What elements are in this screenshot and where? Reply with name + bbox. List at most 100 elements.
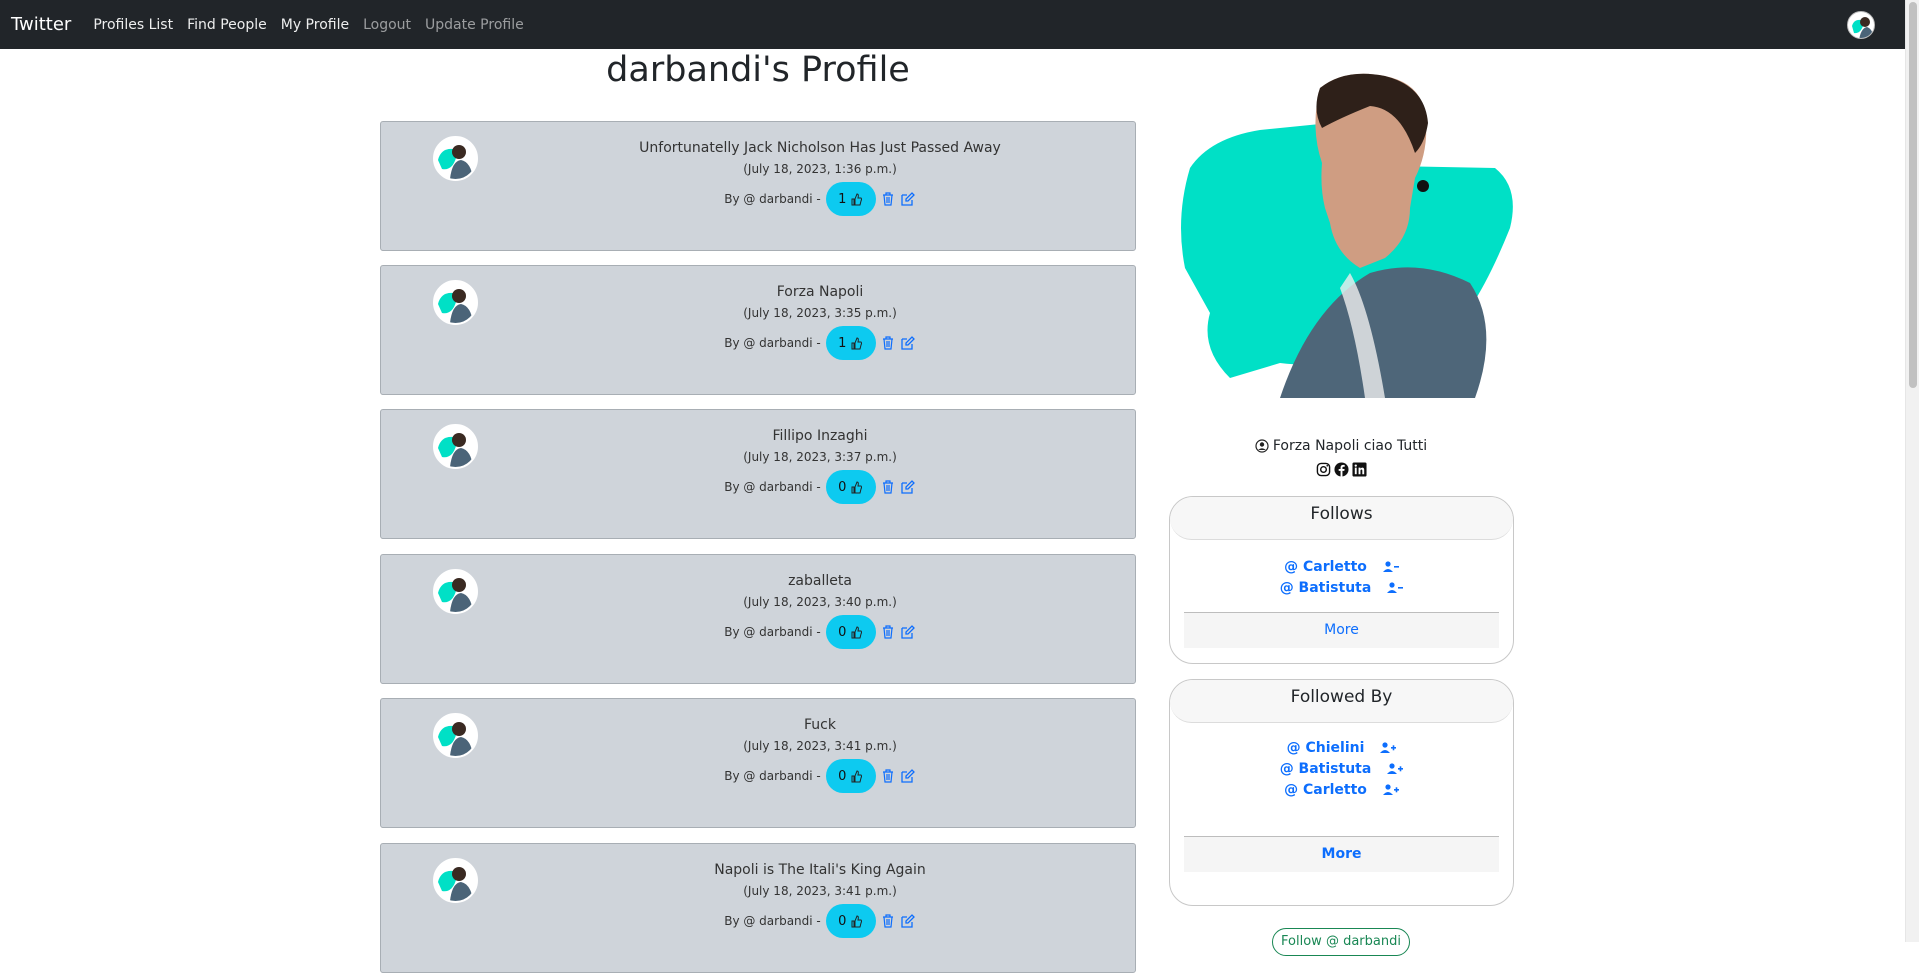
delete-button[interactable] bbox=[880, 479, 896, 495]
post-card: Fuck (July 18, 2023, 3:41 p.m.) By @ dar… bbox=[380, 698, 1136, 828]
like-button[interactable]: 0 bbox=[825, 759, 876, 793]
follower-user-link[interactable]: @ Carletto bbox=[1284, 782, 1367, 798]
like-button[interactable]: 0 bbox=[825, 470, 876, 504]
like-count: 1 bbox=[838, 335, 847, 351]
post-title: Fillipo Inzaghi bbox=[772, 428, 868, 444]
follow-button[interactable]: Follow @ darbandi bbox=[1272, 928, 1410, 956]
user-plus-icon[interactable] bbox=[1380, 741, 1397, 754]
post-title: Napoli is The Itali's King Again bbox=[714, 862, 926, 878]
edit-button[interactable] bbox=[900, 335, 916, 351]
like-count: 0 bbox=[838, 624, 847, 640]
edit-icon bbox=[901, 336, 915, 350]
delete-button[interactable] bbox=[880, 624, 896, 640]
follower-user-link[interactable]: @ Batistuta bbox=[1280, 761, 1372, 777]
like-count: 1 bbox=[838, 191, 847, 207]
post-date: (July 18, 2023, 3:35 p.m.) bbox=[743, 306, 897, 320]
trash-icon bbox=[882, 336, 893, 350]
navbar: Twitter Profiles List Find People My Pro… bbox=[0, 0, 1905, 49]
nav-my-profile[interactable]: My Profile bbox=[281, 17, 349, 33]
brand-link[interactable]: Twitter bbox=[11, 14, 71, 35]
thumbs-up-icon bbox=[851, 193, 863, 206]
post-title: Fuck bbox=[804, 717, 836, 733]
followed-by-card: Followed By @ Chielini @ Batistuta @ Car… bbox=[1169, 679, 1514, 906]
delete-button[interactable] bbox=[880, 191, 896, 207]
like-count: 0 bbox=[838, 913, 847, 929]
user-minus-icon[interactable] bbox=[1382, 560, 1399, 573]
edit-button[interactable] bbox=[900, 913, 916, 929]
profile-bio: Forza Napoli ciao Tutti bbox=[1170, 438, 1512, 454]
follows-user-link[interactable]: @ Batistuta bbox=[1280, 580, 1372, 596]
follows-user-link[interactable]: @ Carletto bbox=[1284, 559, 1367, 575]
edit-icon bbox=[901, 914, 915, 928]
scrollbar-thumb[interactable] bbox=[1909, 2, 1917, 388]
trash-icon bbox=[882, 769, 893, 783]
like-button[interactable]: 0 bbox=[825, 904, 876, 938]
like-button[interactable]: 1 bbox=[825, 182, 876, 216]
follower-user-link[interactable]: @ Chielini bbox=[1287, 740, 1365, 756]
like-count: 0 bbox=[838, 768, 847, 784]
trash-icon bbox=[882, 625, 893, 639]
follows-more-link[interactable]: More bbox=[1184, 612, 1499, 648]
post-card: Fillipo Inzaghi (July 18, 2023, 3:37 p.m… bbox=[380, 409, 1136, 539]
post-card: Napoli is The Itali's King Again (July 1… bbox=[380, 843, 1136, 973]
thumbs-up-icon bbox=[851, 915, 863, 928]
edit-button[interactable] bbox=[900, 768, 916, 784]
edit-icon bbox=[901, 480, 915, 494]
post-title: zaballeta bbox=[788, 573, 852, 589]
edit-button[interactable] bbox=[900, 624, 916, 640]
user-plus-icon[interactable] bbox=[1382, 783, 1399, 796]
trash-icon bbox=[882, 192, 893, 206]
edit-icon bbox=[901, 769, 915, 783]
delete-button[interactable] bbox=[880, 913, 896, 929]
thumbs-up-icon bbox=[851, 770, 863, 783]
trash-icon bbox=[882, 914, 893, 928]
instagram-icon[interactable] bbox=[1316, 462, 1331, 477]
social-links bbox=[1170, 462, 1512, 477]
user-minus-icon[interactable] bbox=[1387, 581, 1404, 594]
avatar-image-icon bbox=[1852, 17, 1874, 38]
post-title: Forza Napoli bbox=[776, 284, 864, 300]
thumbs-up-icon bbox=[851, 481, 863, 494]
trash-icon bbox=[882, 480, 893, 494]
edit-button[interactable] bbox=[900, 191, 916, 207]
post-date: (July 18, 2023, 3:41 p.m.) bbox=[743, 884, 897, 898]
edit-icon bbox=[901, 192, 915, 206]
post-date: (July 18, 2023, 3:37 p.m.) bbox=[743, 450, 897, 464]
post-author: By @ darbandi - bbox=[724, 769, 821, 783]
page-scrollbar[interactable] bbox=[1905, 0, 1919, 942]
thumbs-up-icon bbox=[851, 337, 863, 350]
post-title: Unfortunatelly Jack Nicholson Has Just P… bbox=[639, 140, 1001, 156]
user-plus-icon[interactable] bbox=[1387, 762, 1404, 775]
bio-text: Forza Napoli ciao Tutti bbox=[1272, 438, 1428, 454]
like-button[interactable]: 1 bbox=[825, 326, 876, 360]
edit-button[interactable] bbox=[900, 479, 916, 495]
linkedin-icon[interactable] bbox=[1351, 462, 1367, 477]
delete-button[interactable] bbox=[880, 768, 896, 784]
nav-update-profile[interactable]: Update Profile bbox=[425, 17, 524, 33]
post-card: Unfortunatelly Jack Nicholson Has Just P… bbox=[380, 121, 1136, 251]
post-author: By @ darbandi - bbox=[724, 914, 821, 928]
follows-title: Follows bbox=[1170, 497, 1513, 540]
post-author: By @ darbandi - bbox=[724, 625, 821, 639]
post-card: Forza Napoli (July 18, 2023, 3:35 p.m.) … bbox=[380, 265, 1136, 395]
post-card: zaballeta (July 18, 2023, 3:40 p.m.) By … bbox=[380, 554, 1136, 684]
profile-picture bbox=[1170, 68, 1530, 408]
post-author: By @ darbandi - bbox=[724, 480, 821, 494]
post-author: By @ darbandi - bbox=[724, 336, 821, 350]
nav-avatar[interactable] bbox=[1847, 11, 1875, 39]
facebook-icon[interactable] bbox=[1333, 462, 1349, 477]
followed-by-more-link[interactable]: More bbox=[1184, 836, 1499, 872]
edit-icon bbox=[901, 625, 915, 639]
post-date: (July 18, 2023, 3:41 p.m.) bbox=[743, 739, 897, 753]
delete-button[interactable] bbox=[880, 335, 896, 351]
post-date: (July 18, 2023, 3:40 p.m.) bbox=[743, 595, 897, 609]
nav-logout[interactable]: Logout bbox=[363, 17, 411, 33]
thumbs-up-icon bbox=[851, 626, 863, 639]
post-date: (July 18, 2023, 1:36 p.m.) bbox=[743, 162, 897, 176]
nav-profiles-list[interactable]: Profiles List bbox=[93, 17, 173, 33]
nav-find-people[interactable]: Find People bbox=[187, 17, 267, 33]
post-author: By @ darbandi - bbox=[724, 192, 821, 206]
followed-by-title: Followed By bbox=[1170, 680, 1513, 723]
page-title: darbandi's Profile bbox=[606, 50, 910, 90]
like-button[interactable]: 0 bbox=[825, 615, 876, 649]
